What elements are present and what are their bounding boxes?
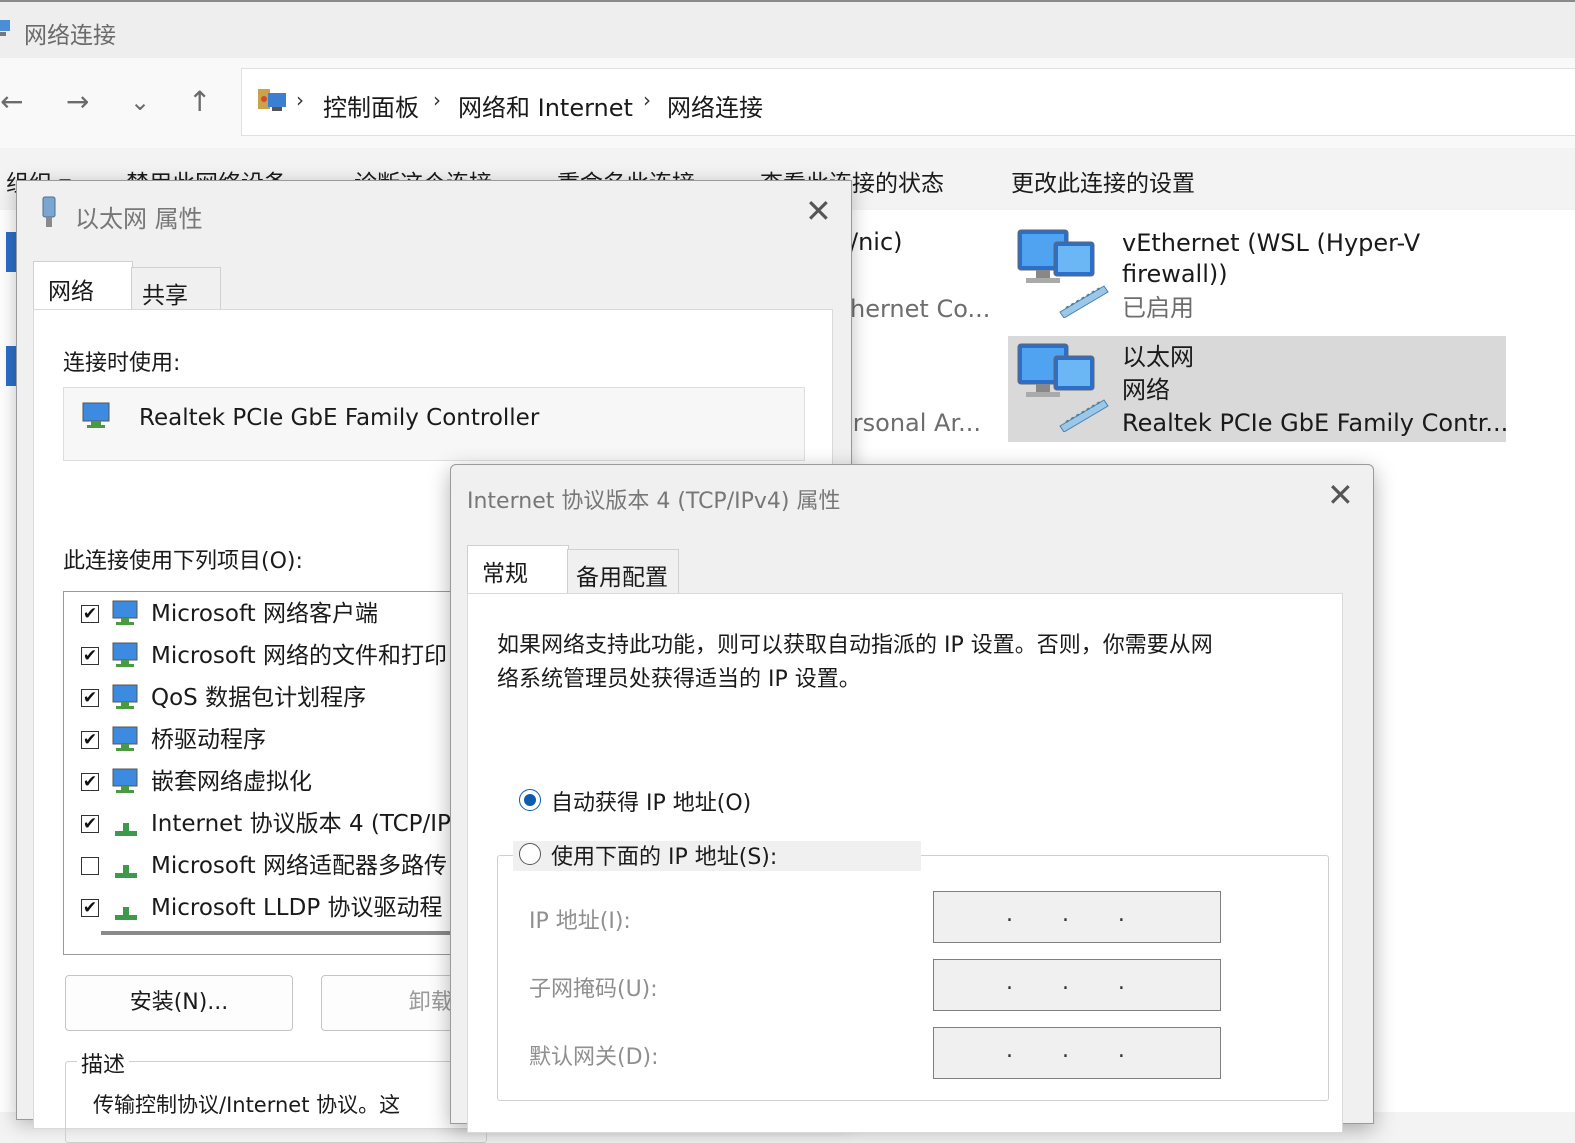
list-item[interactable]: Microsoft 网络适配器多路传	[77, 845, 481, 887]
item-checkbox[interactable]: ✔	[81, 815, 99, 833]
item-checkbox[interactable]: ✔	[81, 731, 99, 749]
item-label: Microsoft LLDP 协议驱动程	[151, 895, 443, 921]
item-checkbox[interactable]: ✔	[81, 647, 99, 665]
items-label: 此连接使用下列项目(O):	[63, 549, 303, 574]
breadcrumb-network-connections[interactable]: 网络连接	[667, 88, 763, 123]
default-gateway-dots: . . .	[1006, 1038, 1125, 1063]
subnet-mask-dots: . . .	[1006, 970, 1125, 995]
ip-address-field[interactable]: . . .	[933, 891, 1221, 943]
list-item[interactable]: ✔ Microsoft LLDP 协议驱动程	[77, 887, 481, 929]
network-adapter-icon	[82, 402, 110, 428]
network-client-icon	[112, 726, 138, 751]
connection-partial-adapter: hernet Co...	[850, 295, 991, 323]
subnet-mask-field[interactable]: . . .	[933, 959, 1221, 1011]
connection-partial-adapter-2: ersonal Ar...	[838, 409, 982, 437]
back-button[interactable]: ←	[0, 82, 23, 122]
item-label: 桥驱动程序	[151, 727, 266, 753]
ethernet-connection-name[interactable]: 以太网	[1122, 341, 1194, 374]
recent-locations-button[interactable]: ⌄	[130, 82, 150, 122]
item-checkbox[interactable]: ✔	[81, 689, 99, 707]
breadcrumb-separator-icon: ›	[296, 88, 304, 112]
ip-address-label: IP 地址(I):	[529, 909, 631, 934]
item-label: Microsoft 网络客户端	[151, 601, 378, 627]
tab-network-label: 网络	[48, 279, 94, 305]
dialog-title: 以太网 属性	[75, 205, 203, 233]
description-label: 描述	[77, 1047, 130, 1079]
network-adapter-icon[interactable]	[1014, 226, 1110, 318]
default-gateway-label: 默认网关(D):	[529, 1045, 659, 1070]
tab-general-label: 常规	[482, 561, 528, 587]
intro-text-line-1: 如果网络支持此功能，则可以获取自动指派的 IP 设置。否则，你需要从网	[497, 633, 1213, 658]
tab-sharing[interactable]: 共享	[131, 267, 221, 313]
connect-using-label: 连接时使用:	[63, 351, 181, 376]
install-button[interactable]: 安装(N)...	[65, 975, 293, 1031]
list-item[interactable]: ✔ 桥驱动程序	[77, 719, 481, 761]
tab-alternate[interactable]: 备用配置	[567, 549, 679, 597]
description-text: 传输控制协议/Internet 协议。这	[93, 1093, 401, 1117]
dialog-title: Internet 协议版本 4 (TCP/IPv4) 属性	[467, 489, 841, 514]
change-settings-command[interactable]: 更改此连接的设置	[1011, 164, 1195, 198]
manual-ip-label[interactable]: 使用下面的 IP 地址(S):	[551, 839, 777, 871]
list-item[interactable]: ✔ Internet 协议版本 4 (TCP/IP	[77, 803, 481, 845]
close-button[interactable]: ✕	[805, 195, 832, 227]
radio-selected-dot	[524, 794, 536, 806]
subnet-mask-label: 子网掩码(U):	[529, 977, 658, 1002]
ethernet-connection-adapter: Realtek PCIe GbE Family Contr...	[1122, 409, 1509, 437]
ethernet-plug-icon	[42, 196, 56, 227]
horizontal-scrollbar[interactable]	[101, 931, 481, 935]
wsl-connection-name-2: firewall))	[1122, 260, 1228, 288]
components-list-rows: ✔ Microsoft 网络客户端 ✔ Microsoft 网络的文件和打印 ✔ QoS …	[77, 593, 481, 929]
ip-address-dots: . . .	[1006, 902, 1125, 927]
window-titlebar: 网络连接	[0, 0, 1575, 58]
breadcrumb-network-internet[interactable]: 网络和 Internet	[458, 88, 633, 123]
item-label: Microsoft 网络适配器多路传	[151, 853, 447, 879]
item-label: Microsoft 网络的文件和打印	[151, 643, 447, 669]
breadcrumb-separator-icon: ›	[643, 88, 651, 112]
list-item[interactable]: ✔ QoS 数据包计划程序	[77, 677, 481, 719]
up-button[interactable]: ↑	[188, 82, 211, 122]
connection-partial-name: /nic)	[850, 228, 903, 256]
network-protocol-icon	[115, 865, 137, 878]
intro-text-line-2: 络系统管理员处获得适当的 IP 设置。	[497, 667, 861, 692]
control-panel-icon	[258, 89, 286, 111]
address-bar[interactable]	[241, 68, 1575, 136]
list-item[interactable]: ✔ Microsoft 网络客户端	[77, 593, 481, 635]
wsl-connection-name[interactable]: vEthernet (WSL (Hyper-V	[1122, 227, 1420, 260]
network-client-icon	[112, 768, 138, 793]
breadcrumb-control-panel[interactable]: 控制面板	[323, 88, 419, 123]
tab-sharing-label: 共享	[142, 283, 188, 309]
manual-ip-radio[interactable]	[519, 843, 541, 865]
item-checkbox[interactable]: ✔	[81, 773, 99, 791]
tab-alternate-label: 备用配置	[576, 565, 668, 591]
close-button[interactable]: ✕	[1327, 479, 1354, 511]
network-protocol-icon	[115, 823, 137, 836]
network-protocol-icon	[115, 907, 137, 920]
network-adapter-icon[interactable]	[1014, 340, 1110, 432]
ethernet-connection-network: 网络	[1122, 376, 1170, 404]
list-item[interactable]: ✔ Microsoft 网络的文件和打印	[77, 635, 481, 677]
list-item[interactable]: ✔ 嵌套网络虚拟化	[77, 761, 481, 803]
tab-network[interactable]: 网络	[33, 261, 133, 312]
item-checkbox[interactable]	[81, 857, 99, 875]
ipv4-properties-dialog: Internet 协议版本 4 (TCP/IPv4) 属性 ✕ 常规 备用配置 …	[450, 464, 1374, 1133]
wsl-connection-status: 已启用	[1122, 294, 1194, 322]
network-folder-icon	[0, 20, 10, 36]
breadcrumb-separator-icon: ›	[433, 88, 441, 112]
network-client-icon	[112, 642, 138, 667]
tab-general[interactable]: 常规	[467, 545, 569, 596]
item-label: Internet 协议版本 4 (TCP/IP	[151, 811, 451, 837]
network-client-icon	[112, 600, 138, 625]
item-label: QoS 数据包计划程序	[151, 685, 367, 711]
default-gateway-field[interactable]: . . .	[933, 1027, 1221, 1079]
forward-button[interactable]: →	[66, 82, 89, 122]
item-label: 嵌套网络虚拟化	[151, 769, 312, 795]
item-checkbox[interactable]: ✔	[81, 899, 99, 917]
auto-ip-label[interactable]: 自动获得 IP 地址(O)	[551, 785, 751, 817]
item-checkbox[interactable]: ✔	[81, 605, 99, 623]
auto-ip-radio[interactable]	[519, 789, 541, 811]
adapter-name: Realtek PCIe GbE Family Controller	[139, 405, 540, 431]
network-client-icon	[112, 684, 138, 709]
window-title: 网络连接	[24, 23, 116, 49]
